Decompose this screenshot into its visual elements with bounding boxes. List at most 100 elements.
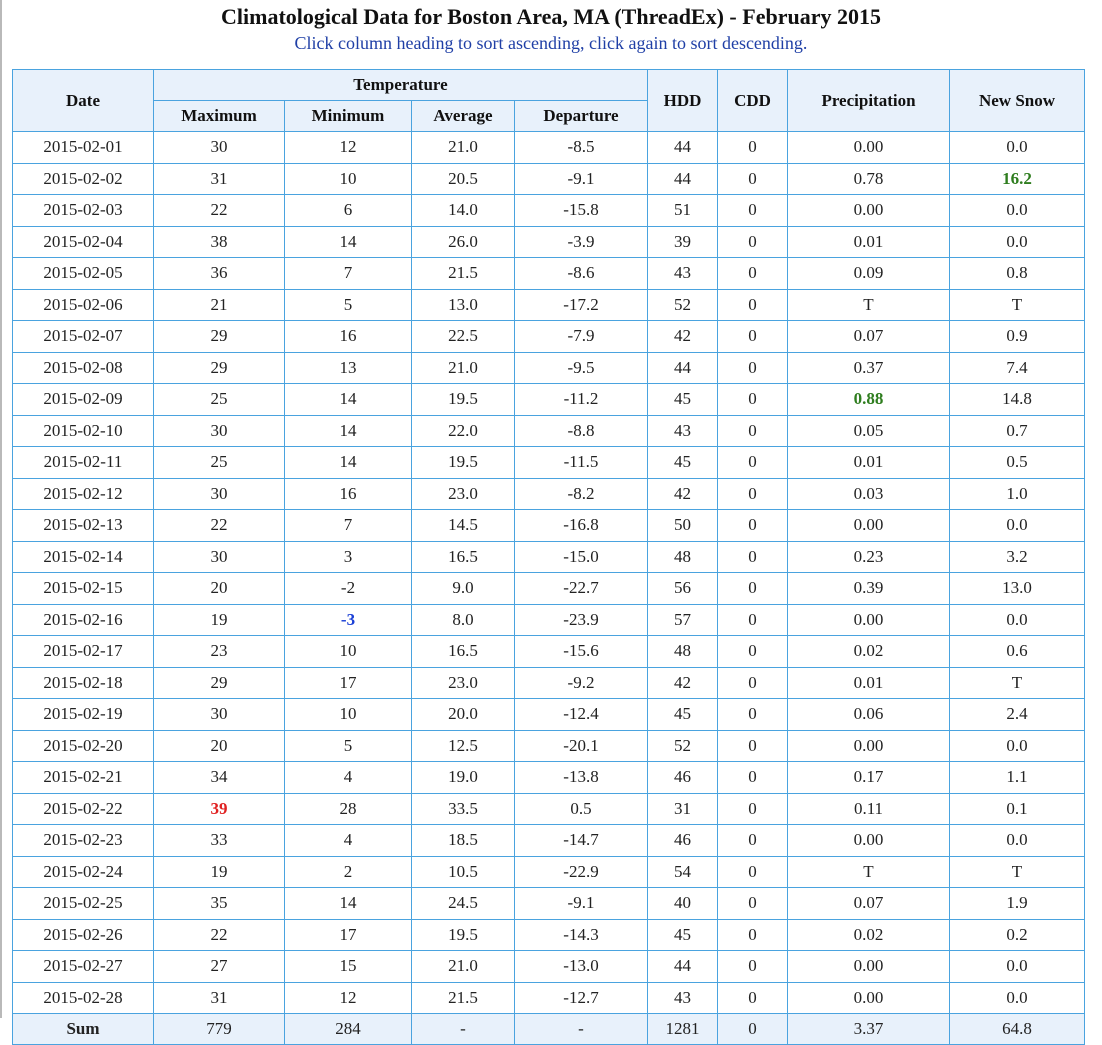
- cell-date: 2015-02-22: [12, 792, 154, 825]
- table-row: 2015-02-25 35 14 24.5 -9.1 40 0 0.07 1.9: [12, 887, 1085, 920]
- cell-departure: -9.1: [514, 887, 648, 920]
- table-row: 2015-02-15 20 -2 9.0 -22.7 56 0 0.39 13.0: [12, 572, 1085, 605]
- table-row: 2015-02-21 34 4 19.0 -13.8 46 0 0.17 1.1: [12, 761, 1085, 794]
- cell-maximum: 25: [153, 383, 285, 416]
- sum-maximum: 779: [153, 1013, 285, 1045]
- cell-cdd: 0: [717, 257, 788, 290]
- table-row: 2015-02-28 31 12 21.5 -12.7 43 0 0.00 0.0: [12, 981, 1085, 1014]
- cell-maximum: 22: [153, 194, 285, 227]
- cell-date: 2015-02-02: [12, 162, 154, 195]
- cell-minimum: 16: [284, 477, 412, 510]
- cell-hdd: 42: [647, 666, 718, 699]
- cell-departure: -22.9: [514, 855, 648, 888]
- cell-departure: -8.2: [514, 477, 648, 510]
- sum-departure: -: [514, 1013, 648, 1045]
- cell-precipitation: T: [787, 855, 950, 888]
- table-row: 2015-02-18 29 17 23.0 -9.2 42 0 0.01 T: [12, 666, 1085, 699]
- table-row: 2015-02-24 19 2 10.5 -22.9 54 0 T T: [12, 855, 1085, 888]
- cell-departure: -7.9: [514, 320, 648, 353]
- cell-average: 22.5: [411, 320, 515, 353]
- cell-date: 2015-02-01: [12, 131, 154, 164]
- sum-minimum: 284: [284, 1013, 412, 1045]
- cell-departure: -14.3: [514, 918, 648, 951]
- cell-minimum: 7: [284, 509, 412, 542]
- cell-average: 21.0: [411, 131, 515, 164]
- cell-minimum: -2: [284, 572, 412, 605]
- cell-average: 14.0: [411, 194, 515, 227]
- cell-maximum: 36: [153, 257, 285, 290]
- table-row: 2015-02-26 22 17 19.5 -14.3 45 0 0.02 0.2: [12, 918, 1085, 951]
- table-row: 2015-02-17 23 10 16.5 -15.6 48 0 0.02 0.6: [12, 635, 1085, 668]
- cell-average: 23.0: [411, 477, 515, 510]
- cell-precipitation: 0.11: [787, 792, 950, 825]
- cell-cdd: 0: [717, 729, 788, 762]
- cell-maximum: 30: [153, 131, 285, 164]
- cell-cdd: 0: [717, 383, 788, 416]
- cell-departure: -15.8: [514, 194, 648, 227]
- cell-minimum: 10: [284, 162, 412, 195]
- column-header-cdd[interactable]: CDD: [717, 69, 788, 132]
- cell-new-snow: 0.0: [949, 194, 1085, 227]
- cell-new-snow: 2.4: [949, 698, 1085, 731]
- cell-hdd: 52: [647, 288, 718, 321]
- cell-precipitation: 0.00: [787, 509, 950, 542]
- cell-maximum: 39: [153, 792, 285, 825]
- cell-departure: -11.2: [514, 383, 648, 416]
- cell-date: 2015-02-27: [12, 950, 154, 983]
- cell-date: 2015-02-28: [12, 981, 154, 1014]
- cell-maximum: 20: [153, 572, 285, 605]
- cell-average: 26.0: [411, 225, 515, 258]
- table-row: 2015-02-09 25 14 19.5 -11.2 45 0 0.88 14.8: [12, 383, 1085, 416]
- column-header-hdd[interactable]: HDD: [647, 69, 718, 132]
- table-row: 2015-02-14 30 3 16.5 -15.0 48 0 0.23 3.2: [12, 540, 1085, 573]
- cell-minimum: 4: [284, 761, 412, 794]
- cell-cdd: 0: [717, 887, 788, 920]
- cell-minimum: 28: [284, 792, 412, 825]
- column-header-date[interactable]: Date: [12, 69, 154, 132]
- table-row: 2015-02-20 20 5 12.5 -20.1 52 0 0.00 0.0: [12, 729, 1085, 762]
- cell-departure: -13.8: [514, 761, 648, 794]
- cell-hdd: 40: [647, 887, 718, 920]
- cell-average: 9.0: [411, 572, 515, 605]
- column-header-precipitation[interactable]: Precipitation: [787, 69, 950, 132]
- sum-label: Sum: [12, 1013, 154, 1045]
- cell-precipitation: 0.09: [787, 257, 950, 290]
- cell-maximum: 29: [153, 666, 285, 699]
- cell-date: 2015-02-20: [12, 729, 154, 762]
- cell-average: 19.5: [411, 918, 515, 951]
- cell-date: 2015-02-10: [12, 414, 154, 447]
- table-row: 2015-02-13 22 7 14.5 -16.8 50 0 0.00 0.0: [12, 509, 1085, 542]
- cell-cdd: 0: [717, 698, 788, 731]
- cell-cdd: 0: [717, 509, 788, 542]
- cell-hdd: 45: [647, 383, 718, 416]
- cell-maximum: 19: [153, 603, 285, 636]
- cell-date: 2015-02-21: [12, 761, 154, 794]
- sum-new-snow: 64.8: [949, 1013, 1085, 1045]
- table-row: 2015-02-03 22 6 14.0 -15.8 51 0 0.00 0.0: [12, 194, 1085, 227]
- cell-precipitation: 0.39: [787, 572, 950, 605]
- column-header-maximum[interactable]: Maximum: [153, 100, 285, 132]
- column-header-average[interactable]: Average: [411, 100, 515, 132]
- cell-departure: -8.5: [514, 131, 648, 164]
- cell-cdd: 0: [717, 981, 788, 1014]
- cell-date: 2015-02-03: [12, 194, 154, 227]
- cell-minimum: 17: [284, 918, 412, 951]
- cell-departure: -12.7: [514, 981, 648, 1014]
- cell-new-snow: 1.1: [949, 761, 1085, 794]
- cell-date: 2015-02-25: [12, 887, 154, 920]
- cell-cdd: 0: [717, 414, 788, 447]
- cell-hdd: 44: [647, 351, 718, 384]
- cell-departure: -15.6: [514, 635, 648, 668]
- cell-maximum: 27: [153, 950, 285, 983]
- column-header-new-snow[interactable]: New Snow: [949, 69, 1085, 132]
- cell-date: 2015-02-18: [12, 666, 154, 699]
- column-header-minimum[interactable]: Minimum: [284, 100, 412, 132]
- column-header-departure[interactable]: Departure: [514, 100, 648, 132]
- cell-cdd: 0: [717, 792, 788, 825]
- cell-average: 8.0: [411, 603, 515, 636]
- cell-precipitation: 0.78: [787, 162, 950, 195]
- cell-departure: -13.0: [514, 950, 648, 983]
- cell-maximum: 23: [153, 635, 285, 668]
- cell-maximum: 31: [153, 981, 285, 1014]
- table-row: 2015-02-08 29 13 21.0 -9.5 44 0 0.37 7.4: [12, 351, 1085, 384]
